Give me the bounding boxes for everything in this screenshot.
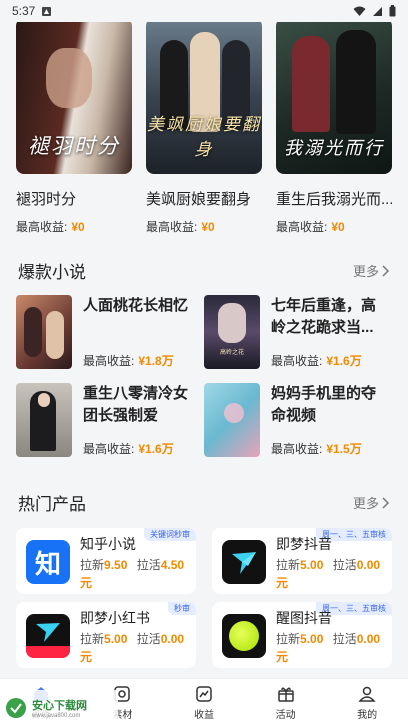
product-rates: 拉新9.50 拉活4.50 元 bbox=[80, 558, 185, 590]
battery-icon bbox=[389, 5, 396, 17]
novel-info: 重生八零清冷女团长强制爱 最高收益: ¥1.6万 bbox=[83, 383, 202, 457]
drama-earnings: 最高收益: ¥0 bbox=[146, 220, 215, 234]
novel-earnings: 最高收益: ¥1.6万 bbox=[83, 442, 174, 456]
product-name: 知乎小说 bbox=[80, 536, 136, 552]
drama-poster: 褪羽时分 bbox=[16, 18, 132, 174]
product-badge: 秒审 bbox=[168, 602, 196, 615]
novel-info: 妈妈手机里的夺命视频 最高收益: ¥1.5万 bbox=[271, 383, 390, 457]
nav-activity[interactable]: 活动 bbox=[245, 679, 327, 725]
drama-name: 重生后我溺光而... bbox=[276, 191, 392, 208]
xingtu-logo-icon bbox=[222, 614, 266, 658]
drama-poster: 美飒厨娘要翻身 bbox=[146, 18, 262, 174]
drama-earnings: 最高收益: ¥0 bbox=[276, 220, 345, 234]
section-title: 热门产品 bbox=[18, 495, 86, 514]
product-card[interactable]: 周一、三、五审核 醒图抖音 拉新5.00 拉活0.00 元 bbox=[212, 602, 392, 668]
gift-icon bbox=[277, 687, 294, 702]
novel-item[interactable]: 高岭之花 七年后重逢，高岭之花跪求当... 最高收益: ¥1.6万 bbox=[204, 295, 390, 369]
wifi-icon bbox=[353, 6, 366, 16]
product-rates: 拉新5.00 拉活0.00 元 bbox=[276, 558, 381, 590]
product-rates: 拉新5.00 拉活0.00 元 bbox=[276, 632, 381, 664]
zhihu-logo-icon: 知 bbox=[26, 540, 70, 584]
product-card[interactable]: 周一、三、五审核 即梦抖音 拉新5.00 拉活0.00 元 bbox=[212, 528, 392, 594]
novel-earnings: 最高收益: ¥1.5万 bbox=[271, 442, 362, 456]
novel-title: 七年后重逢，高岭之花跪求当... bbox=[271, 297, 377, 336]
poster-title: 美飒厨娘要翻身 bbox=[147, 115, 261, 160]
drama-earnings: 最高收益: ¥0 bbox=[16, 220, 85, 234]
jimeng-xhs-logo-icon bbox=[26, 614, 70, 658]
product-card[interactable]: 秒审 即梦小红书 拉新5.00 拉活0.00 元 bbox=[16, 602, 196, 668]
jimeng-logo-icon bbox=[222, 540, 266, 584]
watermark-url: www.java800.com bbox=[32, 712, 81, 719]
novel-cover bbox=[16, 295, 72, 369]
section-title: 爆款小说 bbox=[18, 263, 86, 282]
product-name: 即梦小红书 bbox=[80, 610, 150, 626]
chevron-right-icon bbox=[382, 496, 390, 509]
novel-cover: 高岭之花 bbox=[204, 295, 260, 369]
user-icon bbox=[358, 686, 376, 702]
nav-earnings[interactable]: 收益 bbox=[163, 679, 245, 725]
drama-row: 褪羽时分 褪羽时分 最高收益: ¥0 美飒厨娘要翻身 美飒厨娘要翻身 最高收益: ¥… bbox=[16, 18, 392, 235]
drama-card[interactable]: 褪羽时分 褪羽时分 最高收益: ¥0 bbox=[16, 18, 132, 235]
novel-cover bbox=[16, 383, 72, 457]
nav-profile[interactable]: 我的 bbox=[326, 679, 408, 725]
drama-card[interactable]: 我溺光而行 重生后我溺光而... 最高收益: ¥0 bbox=[276, 18, 392, 235]
novel-item[interactable]: 人面桃花长相忆 最高收益: ¥1.8万 bbox=[16, 295, 202, 369]
products-more-link[interactable]: 更多 bbox=[353, 493, 390, 512]
drama-name: 褪羽时分 bbox=[16, 191, 77, 208]
product-badge: 关键词秒审 bbox=[144, 528, 196, 541]
novel-info: 七年后重逢，高岭之花跪求当... 最高收益: ¥1.6万 bbox=[271, 295, 390, 369]
status-time: 5:37 bbox=[12, 4, 36, 18]
novels-section-header: 爆款小说 更多 bbox=[18, 258, 390, 283]
drama-name: 美飒厨娘要翻身 bbox=[146, 191, 252, 208]
novel-title: 妈妈手机里的夺命视频 bbox=[271, 385, 377, 424]
drama-card[interactable]: 美飒厨娘要翻身 美飒厨娘要翻身 最高收益: ¥0 bbox=[146, 18, 262, 235]
watermark: 安心下载网 www.java800.com bbox=[0, 690, 118, 725]
product-name: 醒图抖音 bbox=[276, 610, 332, 626]
novel-info: 人面桃花长相忆 最高收益: ¥1.8万 bbox=[83, 295, 188, 369]
chevron-right-icon bbox=[382, 264, 390, 277]
novel-item[interactable]: 重生八零清冷女团长强制爱 最高收益: ¥1.6万 bbox=[16, 383, 202, 457]
novel-cover bbox=[204, 383, 260, 457]
signal-icon bbox=[373, 6, 382, 16]
poster-title: 褪羽时分 bbox=[28, 134, 120, 158]
novel-title: 重生八零清冷女团长强制爱 bbox=[83, 385, 189, 424]
novel-item[interactable]: 妈妈手机里的夺命视频 最高收益: ¥1.5万 bbox=[204, 383, 390, 457]
poster-title: 我溺光而行 bbox=[284, 138, 384, 159]
novel-earnings: 最高收益: ¥1.6万 bbox=[271, 354, 362, 368]
notification-icon bbox=[42, 6, 52, 16]
novel-title: 人面桃花长相忆 bbox=[83, 297, 189, 314]
product-name: 即梦抖音 bbox=[276, 536, 332, 552]
products-section-header: 热门产品 更多 bbox=[18, 490, 390, 515]
watermark-brand: 安心下载网 bbox=[32, 699, 87, 712]
novels-more-link[interactable]: 更多 bbox=[353, 261, 390, 280]
drama-poster: 我溺光而行 bbox=[276, 18, 392, 174]
chart-icon bbox=[196, 685, 212, 702]
watermark-logo-icon bbox=[6, 697, 26, 718]
status-bar: 5:37 bbox=[0, 0, 408, 22]
product-rates: 拉新5.00 拉活0.00 元 bbox=[80, 632, 185, 664]
novel-earnings: 最高收益: ¥1.8万 bbox=[83, 354, 174, 368]
home-scroll-view[interactable]: 褪羽时分 褪羽时分 最高收益: ¥0 美飒厨娘要翻身 美飒厨娘要翻身 最高收益: ¥… bbox=[0, 0, 408, 678]
product-card[interactable]: 关键词秒审 知 知乎小说 拉新9.50 拉活4.50 元 bbox=[16, 528, 196, 594]
